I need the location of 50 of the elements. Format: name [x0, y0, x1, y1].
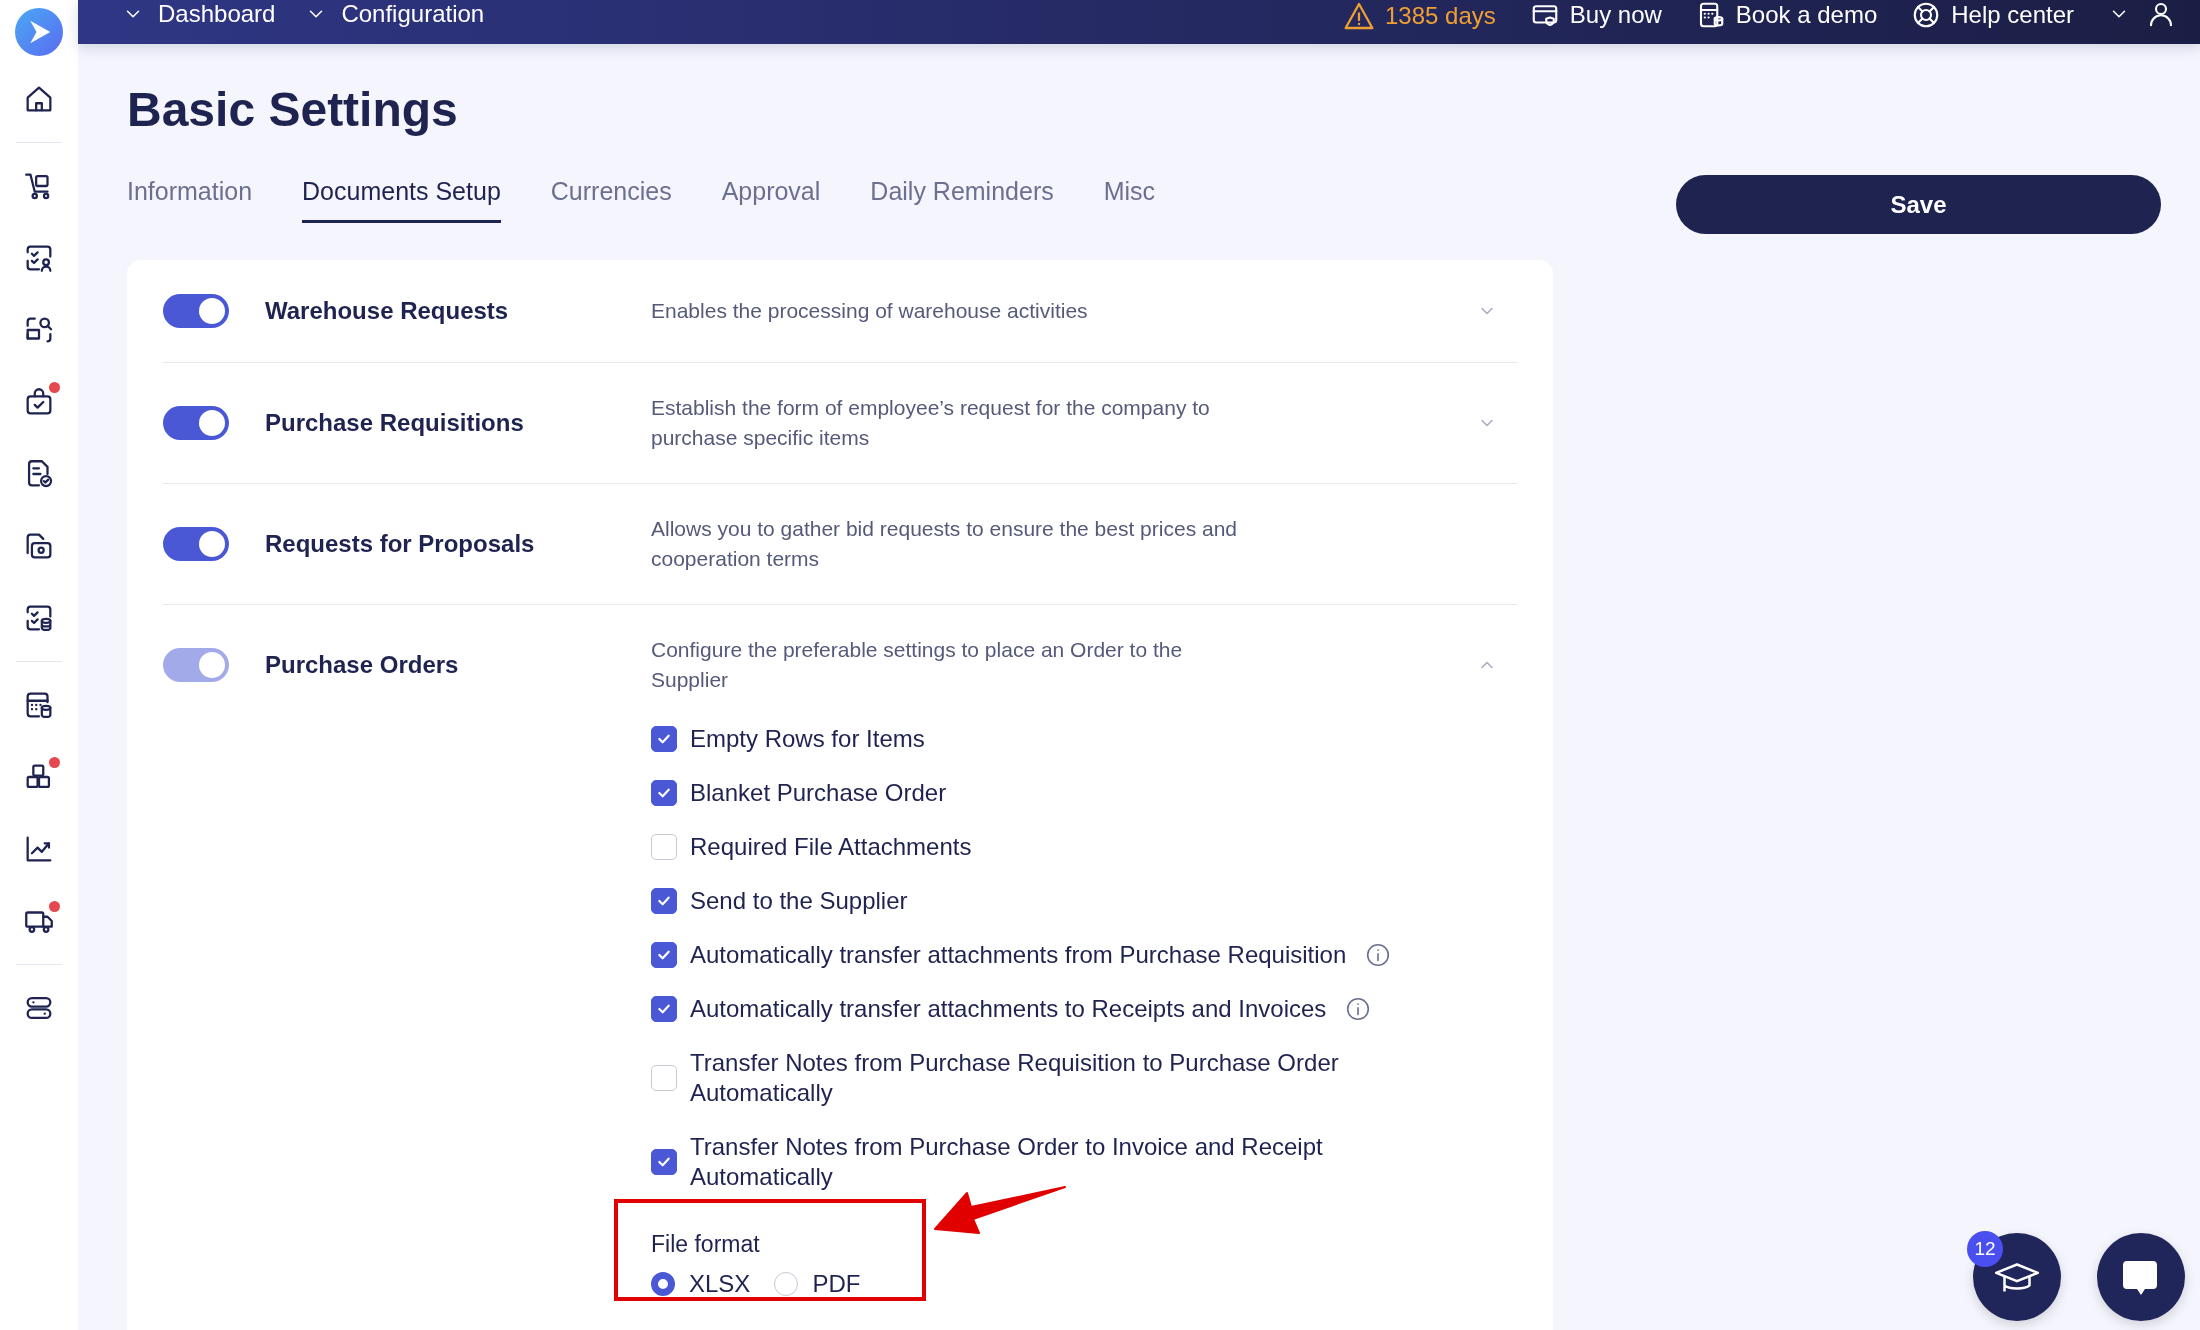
toggle-switch[interactable]: [163, 527, 229, 561]
tab[interactable]: Approval: [721, 176, 821, 223]
tab[interactable]: Daily Reminders: [870, 176, 1054, 223]
chat-button[interactable]: [2097, 1233, 2185, 1321]
option-label: Automatically transfer attachments to Receipts and Invoices: [690, 994, 1327, 1024]
module-description: Configure the preferable settings to place an Order to the Supplier: [651, 637, 1184, 693]
module-name: Requests for Proposals: [265, 530, 535, 558]
module-description: Allows you to gather bid requests to ensure the best prices and cooperation terms: [651, 516, 1238, 572]
breadcrumb-link[interactable]: Configuration: [305, 0, 485, 28]
academy-button[interactable]: [1973, 1233, 2061, 1321]
page-title: Basic Settings: [127, 82, 459, 138]
warning-icon: [1343, 0, 1375, 32]
topbar-link[interactable]: Book a demo: [1695, 0, 1878, 30]
tab[interactable]: Documents Setup: [302, 176, 501, 223]
radio-button[interactable]: [651, 1272, 675, 1296]
notification-badge: 12: [1967, 1231, 2003, 1267]
info-icon[interactable]: [1345, 996, 1372, 1022]
tab[interactable]: Misc: [1103, 176, 1156, 223]
checkbox[interactable]: [651, 888, 677, 914]
toggle-switch[interactable]: [163, 294, 229, 328]
tab[interactable]: Information: [127, 176, 253, 223]
file-format-label: File format: [651, 1230, 761, 1258]
topbar-link[interactable]: Help center: [1911, 0, 2074, 30]
checkbox[interactable]: [651, 1149, 677, 1175]
option-label: Transfer Notes from Purchase Order to Invoice and Receipt Automatically: [690, 1132, 1324, 1192]
checkbox[interactable]: [651, 996, 677, 1022]
radio-label: XLSX: [689, 1270, 751, 1298]
checkbox[interactable]: [651, 780, 677, 806]
module-name: Purchase Orders: [265, 651, 459, 679]
checkbox[interactable]: [651, 942, 677, 968]
module-name: Warehouse Requests: [265, 297, 509, 325]
option-label: Empty Rows for Items: [690, 724, 925, 754]
radio-label: PDF: [812, 1270, 861, 1298]
module-description: Establish the form of employee’s request for the company to purchase specific items: [651, 395, 1211, 451]
option-label: Send to the Supplier: [690, 886, 908, 916]
info-icon[interactable]: [1365, 942, 1392, 968]
toggle-switch[interactable]: [163, 406, 229, 440]
module-description: Enables the processing of warehouse activities: [651, 298, 1088, 324]
save-button[interactable]: Save: [1676, 175, 2161, 234]
checkbox[interactable]: [651, 726, 677, 752]
tab[interactable]: Currencies: [550, 176, 672, 223]
option-label: Blanket Purchase Order: [690, 778, 947, 808]
trial-days-remaining: 1385 days: [1343, 0, 1496, 32]
option-label: Automatically transfer attachments from Purchase Requisition: [690, 940, 1347, 970]
module-name: Purchase Requisitions: [265, 409, 524, 437]
breadcrumb-link[interactable]: Dashboard: [122, 0, 276, 28]
option-label: Transfer Notes from Purchase Requisition to Purchase Order Automatically: [690, 1048, 1340, 1108]
option-label: Required File Attachments: [690, 832, 972, 862]
topbar-link[interactable]: Buy now: [1529, 0, 1662, 30]
app-logo[interactable]: [15, 8, 63, 56]
